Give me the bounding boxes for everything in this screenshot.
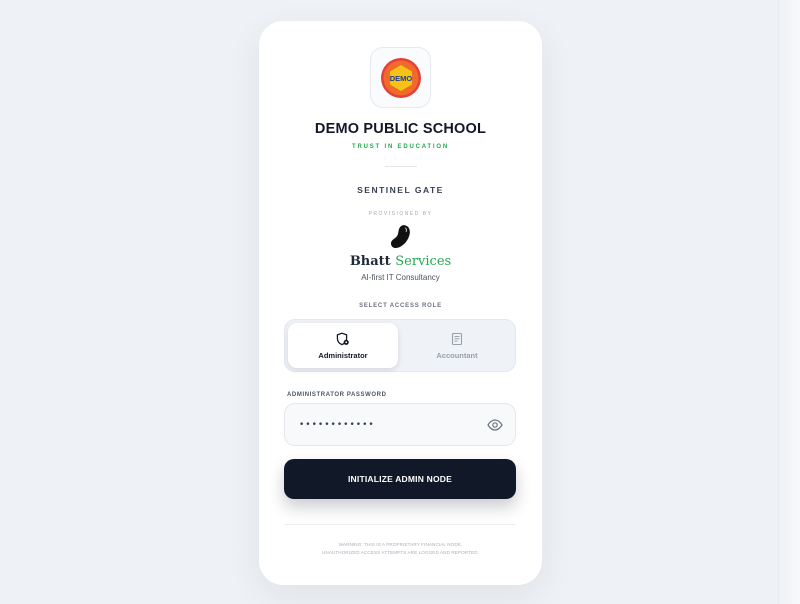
warning-line-2: UNAUTHORIZED ACCESS ATTEMPTS ARE LOGGED … [321,550,479,555]
role-tab-accountant[interactable]: Accountant [402,323,512,368]
role-switch: Administrator Accountant [284,319,516,372]
provisioned-label: PROVISIONED BY [368,211,433,217]
header-divider [385,166,417,167]
password-field [284,403,516,446]
role-label: SELECT ACCESS ROLE [359,303,442,309]
provider-name-primary: Bhatt [349,254,391,269]
school-logo-text: DEMO [389,74,412,83]
school-tagline: TRUST IN EDUCATION [352,144,449,150]
page-edge [778,0,800,604]
warning-line-1: WARNING: THIS IS A PROPRIETARY FINANCIAL… [338,542,463,547]
role-tab-accountant-label: Accountant [436,350,478,360]
receipt-icon [451,332,463,345]
role-tab-administrator-label: Administrator [318,350,368,360]
gate-title: SENTINEL GATE [357,185,444,195]
school-logo-icon: DEMO [380,57,421,98]
provider-name-accent: Services [395,254,452,269]
password-label: ADMINISTRATOR PASSWORD [287,392,387,398]
footer-divider [284,524,516,525]
shield-gear-icon [336,332,349,345]
school-logo: DEMO [370,47,431,108]
login-card: DEMO DEMO PUBLIC SCHOOL TRUST IN EDUCATI… [259,21,542,585]
eye-icon[interactable] [487,417,503,433]
provider-name: Bhatt Services [259,254,542,269]
school-name: DEMO PUBLIC SCHOOL [314,121,487,137]
initialize-admin-button[interactable]: INITIALIZE ADMIN NODE [284,459,516,499]
role-tab-administrator[interactable]: Administrator [288,323,398,368]
provider-subtitle: AI-first IT Consultancy [361,273,440,282]
password-input[interactable] [299,404,479,445]
bean-icon [390,225,410,249]
